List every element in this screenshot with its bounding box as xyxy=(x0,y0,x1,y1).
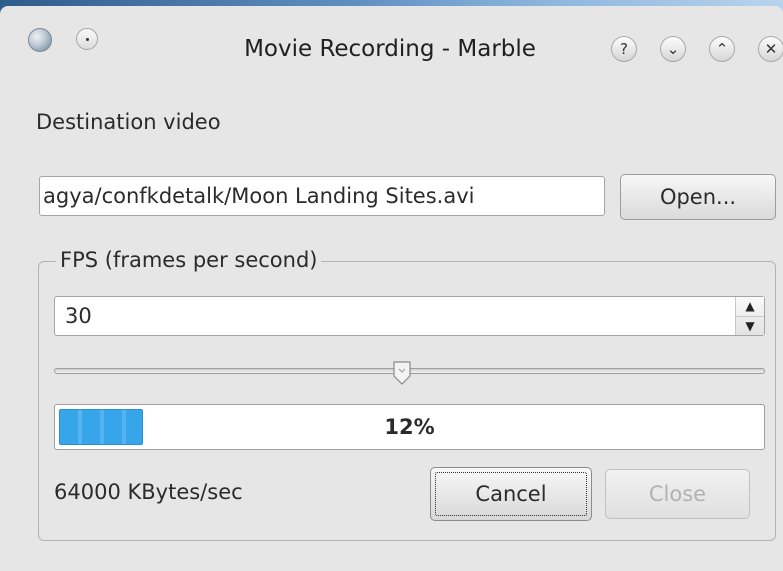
maximize-icon[interactable]: ⌃ xyxy=(709,36,735,62)
progress-percent-label: 12% xyxy=(384,415,435,439)
close-window-icon[interactable]: ✕ xyxy=(758,36,783,62)
spin-arrows: ▲ ▼ xyxy=(735,297,764,335)
destination-path-input[interactable]: agya/confkdetalk/Moon Landing Sites.avi xyxy=(39,176,605,216)
fps-spinbox[interactable]: 30 ▲ ▼ xyxy=(54,296,765,336)
destination-video-label: Destination video xyxy=(36,110,221,134)
title-bar[interactable]: Movie Recording - Marble ? ⌄ ⌃ ✕ xyxy=(0,6,783,68)
help-icon[interactable]: ? xyxy=(611,36,637,62)
increment-arrow-icon[interactable]: ▲ xyxy=(736,297,764,316)
minimize-icon[interactable]: ⌄ xyxy=(660,36,686,62)
window-menu-icon[interactable] xyxy=(76,28,98,50)
recording-progress-bar: 12% xyxy=(54,404,765,450)
close-button: Close xyxy=(605,469,750,519)
data-rate-label: 64000 KBytes/sec xyxy=(54,480,243,504)
decrement-arrow-icon[interactable]: ▼ xyxy=(736,316,764,336)
window-title: Movie Recording - Marble xyxy=(244,36,536,62)
fps-group-label: FPS (frames per second) xyxy=(56,248,322,272)
cancel-button-label: Cancel xyxy=(475,482,547,506)
fps-value: 30 xyxy=(65,304,92,328)
destination-path-value: agya/confkdetalk/Moon Landing Sites.avi xyxy=(43,184,475,208)
fps-slider[interactable] xyxy=(54,360,765,386)
open-button[interactable]: Open... xyxy=(620,174,776,220)
slider-handle[interactable] xyxy=(391,360,413,386)
cancel-button[interactable]: Cancel xyxy=(430,467,592,521)
marble-app-icon[interactable] xyxy=(28,28,52,52)
